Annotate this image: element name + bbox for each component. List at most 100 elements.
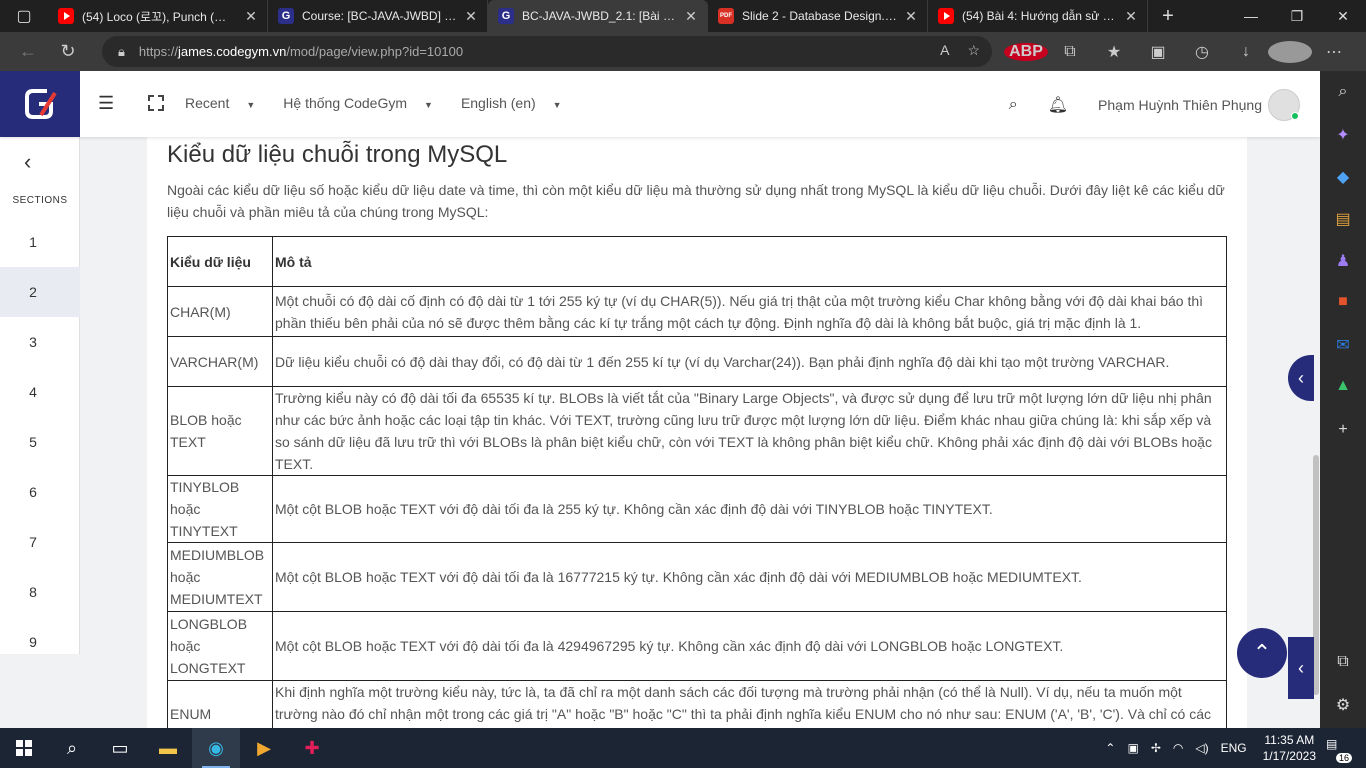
close-window-icon[interactable]: ✕: [1320, 0, 1366, 32]
tray-network-drive-icon[interactable]: ✢: [1151, 741, 1161, 755]
user-name[interactable]: Phạm Huỳnh Thiên Phụng: [1098, 97, 1262, 113]
menu-codegym-system[interactable]: Hệ thống CodeGym ▼: [283, 95, 447, 111]
outlook-icon[interactable]: ✉: [1333, 335, 1353, 355]
notification-center-icon[interactable]: ▤ 16: [1326, 737, 1356, 763]
settings-gear-icon[interactable]: ⚙: [1333, 695, 1353, 715]
tray-app-icon[interactable]: ▣: [1127, 741, 1138, 755]
caret-down-icon: ▼: [552, 100, 562, 110]
browser-tab[interactable]: (54) Loco (로꼬), Punch (펀치) - Say Yes ✕: [48, 0, 268, 32]
url-bar[interactable]: 🔒︎ https://james.codegym.vn/mod/page/vie…: [102, 36, 992, 67]
browser-tab[interactable]: G Course: [BC-JAVA-JWBD] Java Back ✕: [268, 0, 488, 32]
desc-cell: Khi định nghĩa một trường kiểu này, tức …: [272, 680, 1227, 728]
menu-language[interactable]: English (en) ▼: [461, 95, 576, 111]
chevron-up-icon[interactable]: ⌃: [1105, 741, 1115, 755]
tab-title: (54) Loco (로꼬), Punch (펀치) - Say Yes: [82, 9, 237, 24]
url-host: james.codegym.vn: [177, 44, 287, 59]
back-to-top-button[interactable]: ⌃: [1237, 628, 1287, 678]
section-6[interactable]: 6: [0, 467, 66, 517]
codegym-logo-icon: [25, 89, 57, 119]
menu-label: Recent: [185, 95, 230, 111]
copilot-icon[interactable]: ✦: [1333, 125, 1353, 145]
intro-paragraph: Ngoài các kiểu dữ liệu số hoặc kiểu dữ l…: [167, 182, 1225, 220]
windows-start-button[interactable]: [0, 728, 48, 768]
close-icon[interactable]: ✕: [903, 8, 919, 25]
section-1[interactable]: 1: [0, 217, 66, 267]
tools-icon[interactable]: ▤: [1333, 209, 1353, 229]
tab-title: (54) Bài 4: Hướng dẫn sử dụng: [962, 9, 1117, 23]
add-icon[interactable]: +: [1333, 421, 1353, 441]
tab-actions-icon[interactable]: ▢: [0, 0, 48, 32]
section-2-active[interactable]: 2: [0, 267, 80, 317]
tab-title: Slide 2 - Database Design.pdf: [742, 9, 897, 23]
desc-cell: Một cột BLOB hoặc TEXT với độ dài tối đa…: [272, 542, 1227, 612]
clock[interactable]: 11:35 AM 1/17/2023: [1263, 732, 1316, 764]
fullscreen-icon[interactable]: [148, 95, 164, 111]
taskbar-search-icon[interactable]: ⌕: [48, 728, 96, 768]
type-cell: MEDIUMBLOB hoặc MEDIUMTEXT: [167, 542, 273, 612]
browser-tab-active[interactable]: G BC-JAVA-JWBD_2.1: [Bài đọc] ✕: [488, 0, 708, 32]
section-4[interactable]: 4: [0, 367, 66, 417]
browser-tab[interactable]: (54) Bài 4: Hướng dẫn sử dụng ✕: [928, 0, 1148, 32]
slack-icon[interactable]: ✚: [288, 728, 336, 768]
office-icon[interactable]: ■: [1333, 293, 1353, 313]
type-cell: LONGBLOB hoặc LONGTEXT: [167, 611, 273, 681]
games-icon[interactable]: ♟: [1333, 251, 1353, 271]
media-player-icon[interactable]: ▶: [240, 728, 288, 768]
desc-cell: Trường kiểu này có độ dài tối đa 65535 k…: [272, 386, 1227, 476]
hamburger-menu-icon[interactable]: ☰: [98, 93, 114, 114]
restore-icon[interactable]: ❐: [1274, 0, 1320, 32]
search-icon[interactable]: ⌕: [1333, 83, 1353, 103]
close-icon[interactable]: ✕: [243, 8, 259, 25]
codegym-logo[interactable]: [0, 71, 80, 137]
file-explorer-icon[interactable]: ▬: [144, 728, 192, 768]
section-8[interactable]: 8: [0, 567, 66, 617]
section-5[interactable]: 5: [0, 417, 66, 467]
main-content: Kiểu dữ liệu chuỗi trong MySQL Ngoài các…: [147, 137, 1247, 728]
downloads-icon[interactable]: ↓: [1224, 43, 1268, 61]
edge-taskbar-icon[interactable]: ◉: [192, 728, 240, 768]
volume-icon[interactable]: ◁): [1195, 741, 1208, 755]
minimize-icon[interactable]: —: [1228, 0, 1274, 32]
avatar[interactable]: [1268, 89, 1300, 121]
collections-icon[interactable]: ▣: [1136, 42, 1180, 62]
favorites-icon[interactable]: ★: [1092, 42, 1136, 62]
shopping-tag-icon[interactable]: ◆: [1333, 167, 1353, 187]
adblock-extension[interactable]: ABP: [1004, 42, 1048, 61]
browser-tab[interactable]: PDF Slide 2 - Database Design.pdf ✕: [708, 0, 928, 32]
extensions-icon[interactable]: ⧉: [1048, 43, 1092, 61]
caret-down-icon: ▼: [246, 100, 256, 110]
profile-button[interactable]: [1268, 40, 1312, 63]
section-7[interactable]: 7: [0, 517, 66, 567]
window-controls: — ❐ ✕: [1228, 0, 1366, 32]
open-block-drawer-button[interactable]: ‹: [1288, 637, 1314, 699]
table-row: MEDIUMBLOB hoặc MEDIUMTEXT Một cột BLOB …: [167, 542, 1227, 612]
section-3[interactable]: 3: [0, 317, 66, 367]
task-view-icon[interactable]: ▭: [96, 728, 144, 768]
search-icon[interactable]: ⌕: [1009, 96, 1018, 114]
menu-label: English (en): [460, 95, 536, 111]
more-menu-icon[interactable]: ⋯: [1312, 42, 1356, 62]
new-tab-button[interactable]: +: [1148, 5, 1188, 28]
table-row: CHAR(M) Một chuỗi có độ dài cố định có đ…: [167, 286, 1227, 337]
close-icon[interactable]: ✕: [463, 8, 479, 25]
open-right-drawer-button[interactable]: ‹: [1288, 355, 1314, 401]
split-screen-icon[interactable]: ⧉: [1333, 653, 1353, 673]
close-icon[interactable]: ✕: [683, 8, 699, 25]
back-icon[interactable]: ←: [8, 32, 48, 71]
wifi-icon[interactable]: ◠: [1173, 741, 1183, 755]
menu-recent[interactable]: Recent ▼: [185, 95, 269, 111]
add-favorite-icon[interactable]: ☆: [967, 42, 980, 59]
read-aloud-icon[interactable]: A: [940, 42, 949, 59]
refresh-icon[interactable]: ↻: [48, 32, 88, 71]
menu-label: Hệ thống CodeGym: [283, 95, 408, 111]
tab-title: Course: [BC-JAVA-JWBD] Java Back: [302, 9, 457, 23]
chevron-left-icon[interactable]: ‹: [24, 149, 31, 175]
windows-taskbar: ⌕ ▭ ▬ ◉ ▶ ✚ ⌃ ▣ ✢ ◠ ◁) ENG 11:35 AM 1/17…: [0, 728, 1366, 768]
drop-icon[interactable]: ▲: [1333, 377, 1353, 397]
desc-cell: Một chuỗi có độ dài cố định có độ dài từ…: [272, 286, 1227, 337]
bell-icon[interactable]: 🔔︎: [1048, 95, 1068, 115]
history-icon[interactable]: ◷: [1180, 42, 1224, 62]
close-icon[interactable]: ✕: [1123, 8, 1139, 25]
url-path: /mod/page/view.php?id=10100: [286, 44, 464, 59]
language-indicator[interactable]: ENG: [1221, 741, 1247, 755]
